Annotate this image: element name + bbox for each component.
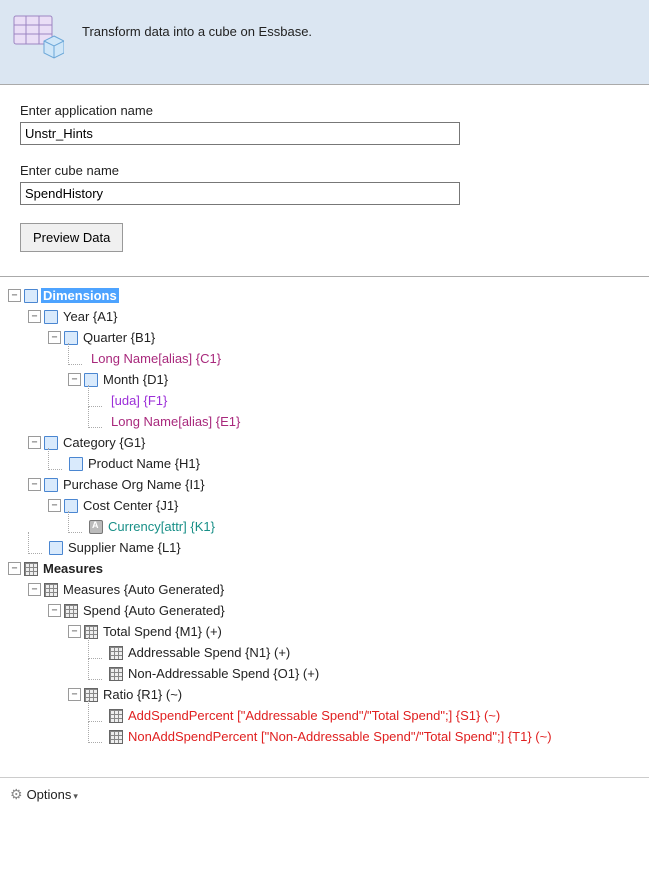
addspendpercent-node[interactable]: AddSpendPercent ["Addressable Spend"/"To…	[126, 708, 502, 723]
collapse-toggle[interactable]: −	[48, 499, 61, 512]
measure-icon	[109, 646, 123, 660]
tree-line	[28, 532, 42, 554]
tree-line	[88, 721, 102, 743]
spend-auto-node[interactable]: Spend {Auto Generated}	[81, 603, 227, 618]
year-node[interactable]: Year {A1}	[61, 309, 119, 324]
application-name-label: Enter application name	[20, 103, 629, 118]
dimension-icon	[69, 457, 83, 471]
ratio-node[interactable]: Ratio {R1} (~)	[101, 687, 184, 702]
hierarchy-tree[interactable]: − Dimensions − Year {A1} − Quarter {B1}	[0, 277, 649, 777]
quarter-node[interactable]: Quarter {B1}	[81, 330, 157, 345]
collapse-toggle[interactable]: −	[8, 289, 21, 302]
measure-icon	[64, 604, 78, 618]
tree-line	[88, 637, 102, 659]
nonaddr-spend-node[interactable]: Non-Addressable Spend {O1} (+)	[126, 666, 321, 681]
nonaddspendpercent-node[interactable]: NonAddSpendPercent ["Non-Addressable Spe…	[126, 729, 554, 744]
collapse-toggle[interactable]: −	[28, 436, 41, 449]
tree-line	[88, 658, 102, 680]
measure-icon	[109, 730, 123, 744]
attribute-icon	[89, 520, 103, 534]
cost-center-node[interactable]: Cost Center {J1}	[81, 498, 180, 513]
month-uda-node[interactable]: [uda] {F1}	[109, 393, 169, 408]
collapse-toggle[interactable]: −	[8, 562, 21, 575]
collapse-toggle[interactable]: −	[48, 331, 61, 344]
collapse-toggle[interactable]: −	[28, 310, 41, 323]
measure-icon	[109, 667, 123, 681]
tree-line	[88, 700, 102, 722]
preview-data-button[interactable]: Preview Data	[20, 223, 123, 252]
addr-spend-node[interactable]: Addressable Spend {N1} (+)	[126, 645, 292, 660]
month-alias-node[interactable]: Long Name[alias] {E1}	[109, 414, 242, 429]
product-name-node[interactable]: Product Name {H1}	[86, 456, 202, 471]
cube-name-label: Enter cube name	[20, 163, 629, 178]
purchase-org-node[interactable]: Purchase Org Name {I1}	[61, 477, 207, 492]
measure-icon	[109, 709, 123, 723]
measures-node[interactable]: Measures	[41, 561, 105, 576]
cube-icon	[10, 14, 64, 60]
total-spend-node[interactable]: Total Spend {M1} (+)	[101, 624, 224, 639]
dimension-icon	[49, 541, 63, 555]
measures-auto-node[interactable]: Measures {Auto Generated}	[61, 582, 226, 597]
gear-icon: ⚙	[10, 786, 23, 803]
options-label: Options	[27, 787, 72, 802]
month-node[interactable]: Month {D1}	[101, 372, 170, 387]
options-menu[interactable]: Options▾	[27, 787, 78, 802]
application-name-input[interactable]	[20, 122, 460, 145]
tree-line	[68, 511, 82, 533]
tree-line	[88, 385, 102, 407]
quarter-alias-node[interactable]: Long Name[alias] {C1}	[89, 351, 223, 366]
measure-icon	[44, 583, 58, 597]
collapse-toggle[interactable]: −	[68, 373, 81, 386]
measure-icon	[24, 562, 38, 576]
wizard-header-text: Transform data into a cube on Essbase.	[82, 14, 312, 39]
dimension-icon	[44, 478, 58, 492]
tree-line	[68, 343, 82, 365]
tree-line	[48, 448, 62, 470]
category-node[interactable]: Category {G1}	[61, 435, 147, 450]
tree-line	[88, 406, 102, 428]
dimension-icon	[24, 289, 38, 303]
collapse-toggle[interactable]: −	[68, 688, 81, 701]
collapse-toggle[interactable]: −	[48, 604, 61, 617]
currency-attr-node[interactable]: Currency[attr] {K1}	[106, 519, 217, 534]
footer-bar: ⚙ Options▾	[0, 777, 649, 811]
wizard-header: Transform data into a cube on Essbase.	[0, 0, 649, 85]
chevron-down-icon: ▾	[73, 791, 78, 801]
dimension-icon	[44, 310, 58, 324]
form-area: Enter application name Enter cube name P…	[0, 85, 649, 277]
collapse-toggle[interactable]: −	[68, 625, 81, 638]
cube-name-input[interactable]	[20, 182, 460, 205]
collapse-toggle[interactable]: −	[28, 478, 41, 491]
dimensions-node[interactable]: Dimensions	[41, 288, 119, 303]
collapse-toggle[interactable]: −	[28, 583, 41, 596]
supplier-node[interactable]: Supplier Name {L1}	[66, 540, 183, 555]
